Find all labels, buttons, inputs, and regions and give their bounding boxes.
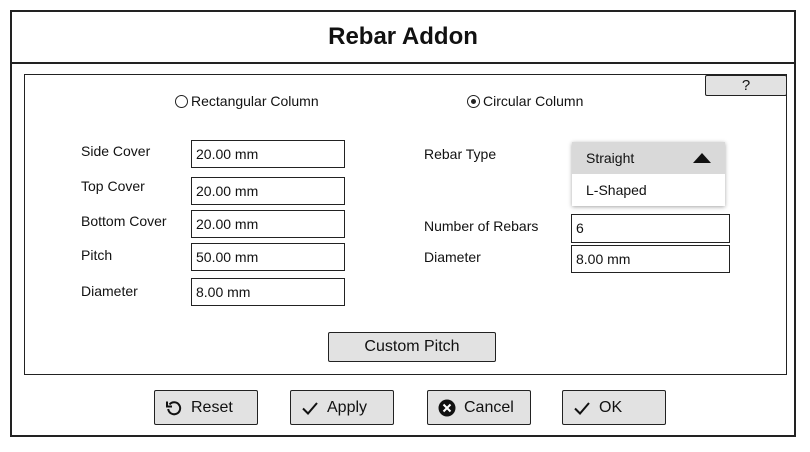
radio-rectangular-label: Rectangular Column xyxy=(191,93,319,109)
radio-circular-column[interactable]: Circular Column xyxy=(467,93,583,109)
reset-label: Reset xyxy=(191,398,233,416)
number-of-rebars-input[interactable]: 6 xyxy=(571,214,730,243)
reset-icon xyxy=(165,399,183,417)
pitch-label: Pitch xyxy=(81,247,113,263)
radio-circular-label: Circular Column xyxy=(483,93,584,109)
cancel-label: Cancel xyxy=(464,398,514,416)
triangle-up-icon xyxy=(693,153,711,163)
top-cover-input[interactable]: 20.00 mm xyxy=(191,177,345,205)
apply-button[interactable]: Apply xyxy=(290,390,394,425)
rebar-type-selected[interactable]: Straight xyxy=(572,142,725,174)
cancel-button[interactable]: Cancel xyxy=(427,390,531,425)
radio-rectangular-column[interactable]: Rectangular Column xyxy=(175,93,319,109)
rebar-addon-dialog: Rebar Addon ? Rectangular Column Circula… xyxy=(10,10,796,437)
ok-button[interactable]: OK xyxy=(562,390,666,425)
ok-label: OK xyxy=(599,398,623,416)
check-icon xyxy=(301,399,319,417)
bottom-cover-label: Bottom Cover xyxy=(81,213,167,229)
top-cover-label: Top Cover xyxy=(81,178,145,194)
pitch-input[interactable]: 50.00 mm xyxy=(191,243,345,271)
dialog-title: Rebar Addon xyxy=(12,12,794,64)
help-button[interactable]: ? xyxy=(705,75,787,96)
reset-button[interactable]: Reset xyxy=(154,390,258,425)
radio-checked-icon xyxy=(467,94,480,108)
rebar-type-selected-label: Straight xyxy=(586,150,635,166)
settings-panel: ? Rectangular Column Circular Column Sid… xyxy=(24,74,787,375)
rebar-type-dropdown[interactable]: Straight L-Shaped xyxy=(572,142,725,206)
right-diameter-input[interactable]: 8.00 mm xyxy=(571,245,730,273)
cancel-icon xyxy=(438,399,456,417)
side-cover-input[interactable]: 20.00 mm xyxy=(191,140,345,168)
right-diameter-label: Diameter xyxy=(424,249,481,265)
rebar-type-label: Rebar Type xyxy=(424,146,497,162)
diameter-label: Diameter xyxy=(81,283,138,299)
check-icon xyxy=(573,399,591,417)
radio-unchecked-icon xyxy=(175,94,188,108)
rebar-type-option-l-shaped[interactable]: L-Shaped xyxy=(572,174,725,206)
custom-pitch-button[interactable]: Custom Pitch xyxy=(328,332,496,362)
diameter-input[interactable]: 8.00 mm xyxy=(191,278,345,306)
side-cover-label: Side Cover xyxy=(81,143,151,159)
bottom-cover-input[interactable]: 20.00 mm xyxy=(191,210,345,238)
number-of-rebars-label: Number of Rebars xyxy=(424,218,539,234)
apply-label: Apply xyxy=(327,398,368,416)
